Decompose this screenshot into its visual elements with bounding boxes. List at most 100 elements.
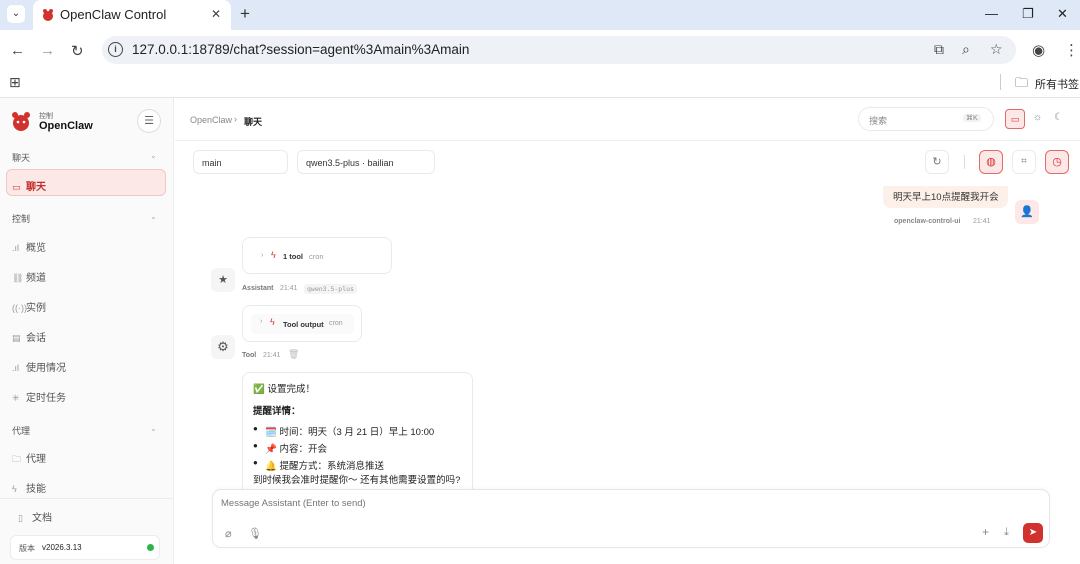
reply-bullet: 🗓️ 时间：明天（3 月 21 日）早上 10:00 — [265, 427, 435, 438]
refresh-icon: ↻ — [932, 156, 942, 168]
tool-call-card[interactable]: › ϟ 1 tool cron — [242, 237, 392, 274]
minimize-icon[interactable]: — — [985, 6, 998, 21]
zoom-icon[interactable]: ⌕ — [962, 41, 970, 58]
version-value: v2026.3.13 — [42, 543, 82, 552]
sidebar-item-usage[interactable]: .ıl 使用情况 — [12, 359, 66, 374]
sidebar-item-channels[interactable]: ⛓ 频道 — [12, 269, 46, 284]
chevron-right-icon[interactable]: › — [261, 252, 263, 259]
monitor-icon: ▭ — [1010, 114, 1020, 124]
sidebar-item-skills[interactable]: ϟ 技能 — [12, 480, 46, 495]
reload-icon[interactable]: ↻ — [71, 42, 84, 60]
microphone-icon[interactable]: 🎙 — [248, 527, 262, 540]
all-bookmarks-link[interactable]: 所有书签 — [1035, 76, 1079, 92]
focus-mode-button[interactable]: ⌗ — [1012, 150, 1036, 174]
docs-link[interactable]: ▯ 文档 — [18, 509, 52, 524]
chevron-down-icon[interactable]: ⌄ — [150, 424, 157, 433]
bookmark-star-icon[interactable]: ☆ — [990, 41, 1003, 58]
breadcrumb-root[interactable]: OpenClaw — [190, 115, 232, 125]
download-icon[interactable]: ⤓ — [1004, 526, 1009, 539]
user-message-bubble: 明天早上10点提醒我开会 — [883, 186, 1008, 208]
reply-heading: 提醒详情： — [253, 406, 301, 417]
reply-bullet: 🔔 提醒方式：系统消息推送 — [265, 461, 384, 472]
refresh-button[interactable]: ↻ — [925, 150, 949, 174]
monitor-theme-button[interactable]: ▭ — [1005, 109, 1025, 129]
forward-icon[interactable]: → — [40, 42, 55, 59]
tab-title: OpenClaw Control — [60, 7, 167, 22]
divider — [964, 155, 965, 169]
apps-grid-icon[interactable]: ⊞ — [9, 74, 21, 91]
loader-icon: ✳ — [12, 393, 20, 403]
header-divider — [175, 140, 1080, 141]
book-icon: ▯ — [18, 513, 23, 523]
close-window-icon[interactable]: ✕ — [1057, 6, 1068, 22]
back-icon[interactable]: ← — [10, 42, 25, 59]
assistant-sender: Assistant — [242, 285, 274, 292]
section-chat-title: 聊天 — [12, 153, 31, 163]
message-input[interactable] — [221, 498, 921, 516]
tool-output-card[interactable]: › ϟ Tool output cron — [242, 305, 362, 342]
sidebar-item-chat-label[interactable]: ▭ 聊天 — [12, 178, 46, 193]
tool-output-name: cron — [329, 320, 343, 327]
address-bar[interactable]: i 127.0.0.1:18789/chat?session=agent%3Am… — [102, 36, 1016, 64]
status-online-dot — [147, 544, 154, 551]
reply-bullet: 📌 内容：开会 — [265, 444, 327, 455]
session-select[interactable]: main — [193, 150, 288, 174]
restore-icon[interactable]: ❐ — [1022, 6, 1034, 22]
brain-icon: ◍ — [986, 156, 996, 168]
search-shortcut-badge: ⌘K — [963, 114, 981, 122]
model-select[interactable]: qwen3.5-plus · bailian — [297, 150, 435, 174]
chevron-down-icon[interactable]: ⌄ — [150, 151, 157, 160]
sidebar-item-sessions[interactable]: ▤ 会话 — [12, 329, 46, 344]
chevron-right-icon[interactable]: › — [260, 318, 262, 325]
sidebar-item-instances[interactable]: ((·))实例 — [12, 299, 46, 314]
trash-icon[interactable]: 🗑 — [288, 349, 299, 360]
folder-icon: 🗀 — [1015, 75, 1029, 90]
divider — [0, 498, 174, 499]
version-label: 版本 — [19, 544, 35, 553]
document-icon: ▤ — [12, 333, 21, 343]
browser-tab[interactable]: OpenClaw Control ✕ — [33, 0, 231, 30]
moon-icon[interactable]: ☾ — [1054, 112, 1063, 123]
url-text[interactable]: 127.0.0.1:18789/chat?session=agent%3Amai… — [132, 42, 469, 57]
section-agent-title: 代理 — [12, 426, 31, 436]
assistant-timestamp: 21:41 — [280, 285, 298, 292]
collapse-sidebar-button[interactable]: ☰ — [137, 109, 161, 133]
reply-status: ✅ 设置完成！ — [253, 384, 315, 395]
bullet-dot: ● — [253, 441, 258, 450]
sun-icon[interactable]: ☼ — [1033, 112, 1042, 123]
close-tab-icon[interactable]: ✕ — [211, 7, 221, 21]
gear-icon: ⚙ — [217, 339, 229, 354]
history-button[interactable]: ◷ — [1045, 150, 1069, 174]
thinking-toggle-button[interactable]: ◍ — [979, 150, 1003, 174]
search-placeholder: 搜索 — [869, 116, 888, 126]
breadcrumb-separator: › — [234, 114, 237, 124]
send-button[interactable]: ➤ — [1023, 523, 1043, 543]
sidebar-item-cron[interactable]: ✳ 定时任务 — [12, 389, 66, 404]
profile-icon[interactable]: ◉ — [1032, 41, 1045, 59]
browser-menu-icon[interactable]: ⋮ — [1064, 41, 1079, 59]
add-icon[interactable]: + — [982, 525, 989, 539]
chat-bubble-icon: ▭ — [12, 182, 21, 192]
site-info-icon[interactable]: i — [108, 42, 123, 57]
divider — [1000, 74, 1001, 90]
bullet-dot: ● — [253, 424, 258, 433]
folder-icon: 🗀 — [12, 454, 22, 464]
star-icon: ★ — [218, 274, 228, 286]
attach-icon[interactable]: ⌀ — [225, 527, 232, 540]
page-title: 聊天 — [244, 117, 263, 127]
bullet-dot: ● — [253, 458, 258, 467]
search-input[interactable]: 搜索 ⌘K — [858, 107, 994, 131]
new-tab-icon[interactable]: + — [240, 4, 250, 24]
translate-icon[interactable]: ⧉ — [934, 41, 944, 58]
sidebar-item-agents[interactable]: 🗀 代理 — [12, 450, 46, 468]
version-box: 版本 v2026.3.13 — [10, 535, 160, 560]
sidebar-item-overview[interactable]: .ıl 概览 — [12, 239, 46, 254]
chevron-down-icon[interactable]: ⌄ — [150, 212, 157, 221]
tab-search-chevron-icon[interactable]: ⌄ — [7, 5, 25, 23]
user-timestamp: 21:41 — [973, 218, 991, 225]
tool-output-label: Tool output — [283, 320, 324, 329]
sidebar: 控制 OpenClaw ☰ 聊天 ⌄ ▭ 聊天 控制 ⌄ .ıl 概览 ⛓ 频道 ((… — [0, 98, 174, 564]
tool-avatar: ⚙ — [211, 335, 235, 359]
section-control-title: 控制 — [12, 214, 31, 224]
tool-sender: Tool — [242, 352, 257, 359]
